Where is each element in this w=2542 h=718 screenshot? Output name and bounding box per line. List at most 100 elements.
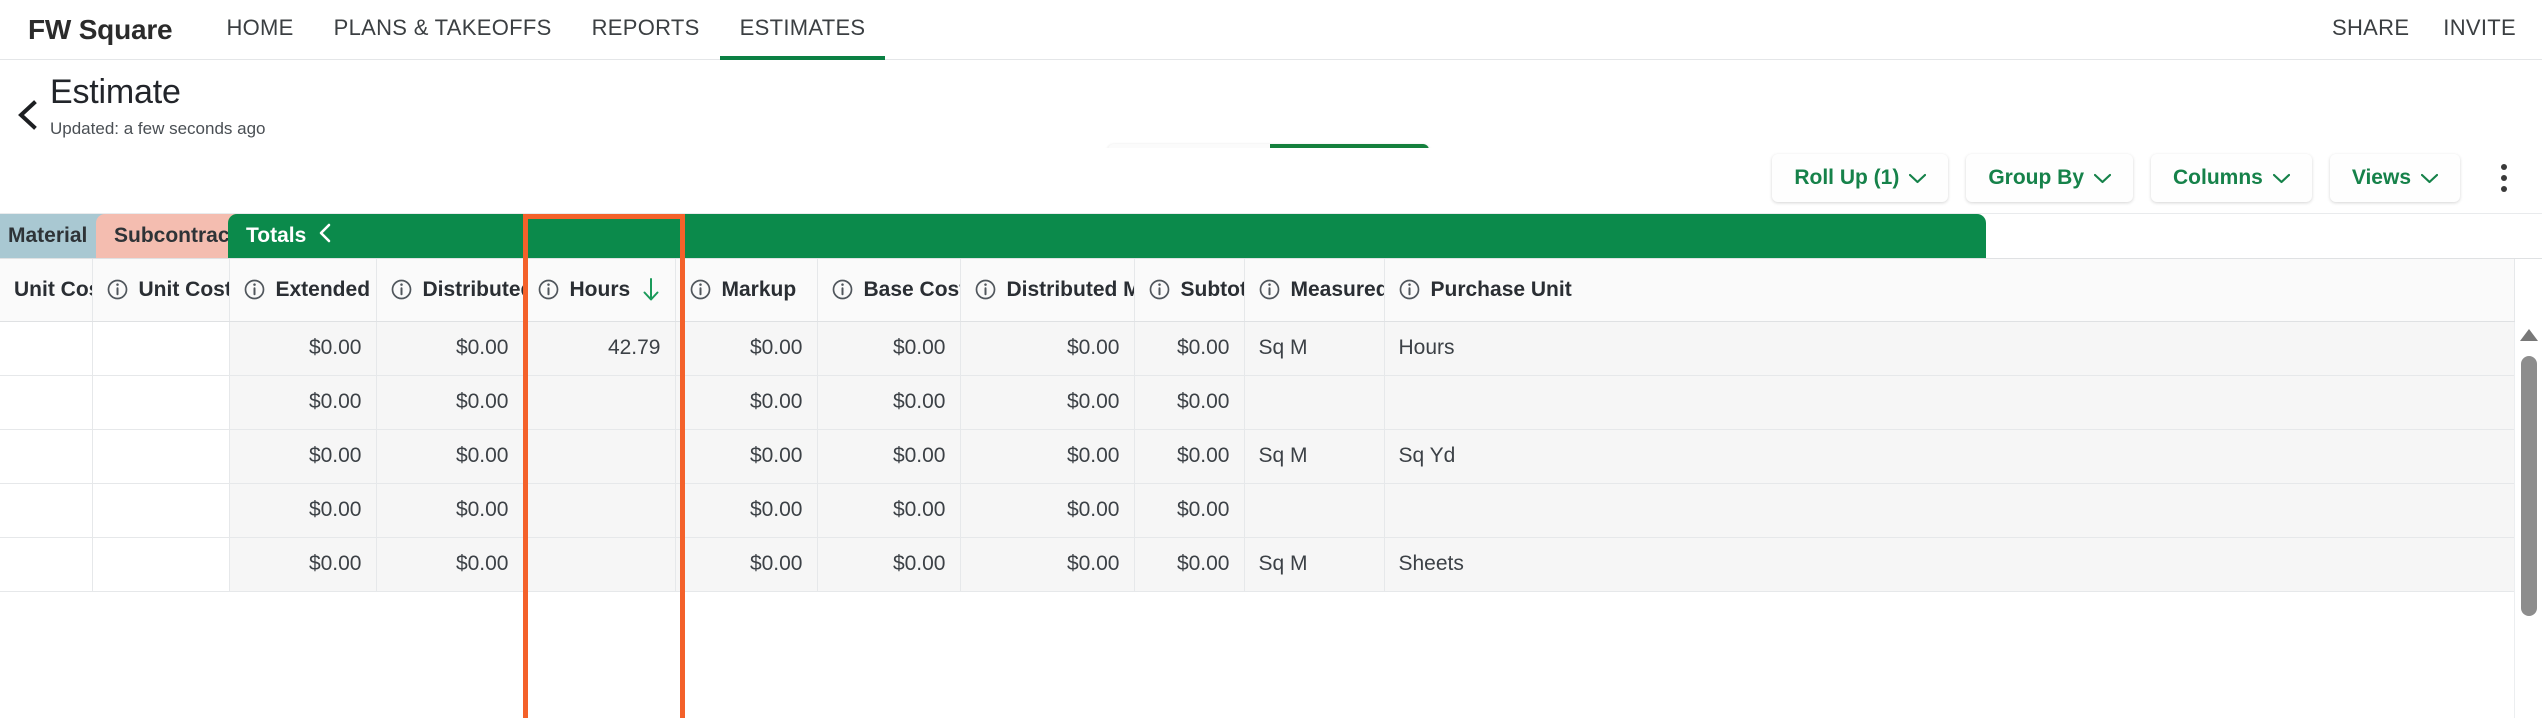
column-header-subtotal-8[interactable]: Subtotal: [1134, 259, 1245, 322]
kebab-menu-icon[interactable]: [2484, 155, 2524, 201]
scroll-up-arrow-icon[interactable]: [2519, 328, 2539, 347]
cell-unit-cost-row4[interactable]: [0, 483, 93, 538]
nav-link-home[interactable]: HOME: [206, 0, 313, 60]
cell-extended-costs-row4[interactable]: $0.00: [229, 483, 377, 538]
cell-unit-cost-row2[interactable]: [0, 375, 93, 430]
cell-extended-costs-row1[interactable]: $0.00: [229, 321, 377, 376]
cell-purchase-unit-row1[interactable]: Hours: [1384, 321, 2515, 376]
cell-subtotal-row2[interactable]: $0.00: [1134, 375, 1245, 430]
cell-measured-unit-row2[interactable]: [1244, 375, 1385, 430]
cell-markup-row4[interactable]: $0.00: [675, 483, 818, 538]
back-button[interactable]: [10, 98, 44, 132]
cell-hours-row5[interactable]: [523, 537, 676, 592]
cell-subtotal-row1[interactable]: $0.00: [1134, 321, 1245, 376]
cell-extended-costs-row3[interactable]: $0.00: [229, 429, 377, 484]
cell-markup-row1[interactable]: $0.00: [675, 321, 818, 376]
cell-unit-cost-row4[interactable]: [92, 483, 230, 538]
cell-distributed-costs-row5[interactable]: $0.00: [376, 537, 524, 592]
cell-unit-cost-row1[interactable]: [92, 321, 230, 376]
cell-distributed-margin-row2[interactable]: $0.00: [960, 375, 1135, 430]
group-tab-subcontract-label: Subcontract: [114, 224, 237, 247]
cell-measured-unit-row1[interactable]: Sq M: [1244, 321, 1385, 376]
info-icon[interactable]: [538, 279, 559, 300]
table-row[interactable]: $0.00 $0.00 42.79 $0.00 $0.00 $0.00 $0.00 Sq MH…: [0, 321, 2515, 376]
cell-markup-row3[interactable]: $0.00: [675, 429, 818, 484]
cell-distributed-margin-row4[interactable]: $0.00: [960, 483, 1135, 538]
nav-link-share[interactable]: SHARE: [2332, 0, 2409, 60]
column-header-distributed-margin-7[interactable]: Distributed Margin: [960, 259, 1135, 322]
cell-unit-cost-row2[interactable]: [92, 375, 230, 430]
nav-link-plans-takeoffs[interactable]: PLANS & TAKEOFFS: [314, 0, 572, 60]
cell-base-costs-row2[interactable]: $0.00: [817, 375, 961, 430]
cell-base-costs-row5[interactable]: $0.00: [817, 537, 961, 592]
cell-base-costs-row3[interactable]: $0.00: [817, 429, 961, 484]
info-icon[interactable]: [832, 279, 853, 300]
cell-base-costs-row4[interactable]: $0.00: [817, 483, 961, 538]
table-row[interactable]: $0.00 $0.00 $0.00 $0.00 $0.00 $0.00 Sq M Sq Yd: [0, 429, 2515, 484]
cell-purchase-unit-row5[interactable]: Sheets: [1384, 537, 2515, 592]
cell-purchase-unit-row3[interactable]: Sq Yd: [1384, 429, 2515, 484]
cell-hours-row4[interactable]: [523, 483, 676, 538]
nav-link-estimates[interactable]: ESTIMATES: [719, 0, 886, 60]
roll-up-button[interactable]: Roll Up (1): [1772, 154, 1949, 202]
nav-link-invite[interactable]: INVITE: [2443, 0, 2516, 60]
cell-extended-costs-row5[interactable]: $0.00: [229, 537, 377, 592]
info-icon[interactable]: [1149, 279, 1170, 300]
cell-distributed-margin-row1[interactable]: $0.00: [960, 321, 1135, 376]
arrow-down-icon[interactable]: [641, 277, 661, 303]
cell-distributed-margin-row5[interactable]: $0.00: [960, 537, 1135, 592]
cell-unit-cost-row5[interactable]: [92, 537, 230, 592]
cell-distributed-costs-row2[interactable]: $0.00: [376, 375, 524, 430]
cell-unit-cost-row1[interactable]: [0, 321, 93, 376]
cell-markup-row2[interactable]: $0.00: [675, 375, 818, 430]
columns-button[interactable]: Columns: [2151, 154, 2312, 202]
cell-unit-cost-row3[interactable]: [0, 429, 93, 484]
scrollbar-thumb[interactable]: [2521, 356, 2537, 616]
info-icon[interactable]: [107, 279, 128, 300]
info-icon[interactable]: [975, 279, 996, 300]
cell-markup-row5[interactable]: $0.00: [675, 537, 818, 592]
table-row[interactable]: $0.00 $0.00 $0.00 $0.00 $0.00 $0.00: [0, 483, 2515, 538]
nav-link-reports[interactable]: REPORTS: [572, 0, 720, 60]
column-header-extended-costs-2[interactable]: Extended Costs: [229, 259, 377, 322]
cell-distributed-margin-row3[interactable]: $0.00: [960, 429, 1135, 484]
cell-subtotal-row5[interactable]: $0.00: [1134, 537, 1245, 592]
cell-hours-row2[interactable]: [523, 375, 676, 430]
cell-measured-unit-row4[interactable]: [1244, 483, 1385, 538]
info-icon[interactable]: [244, 279, 265, 300]
cell-purchase-unit-row4[interactable]: [1384, 483, 2515, 538]
cell-distributed-costs-row1[interactable]: $0.00: [376, 321, 524, 376]
cell-purchase-unit-row2[interactable]: [1384, 375, 2515, 430]
column-header-unit-cost-1[interactable]: Unit Cost: [92, 259, 230, 322]
cell-unit-cost-row3[interactable]: [92, 429, 230, 484]
cell-hours-row3[interactable]: [523, 429, 676, 484]
cell-unit-cost-row5[interactable]: [0, 537, 93, 592]
table-row[interactable]: $0.00 $0.00 $0.00 $0.00 $0.00 $0.00 Sq M Sheets: [0, 537, 2515, 592]
cell-extended-costs-row2[interactable]: $0.00: [229, 375, 377, 430]
app-brand-logo[interactable]: FW Square: [28, 14, 173, 46]
vertical-scrollbar[interactable]: [2514, 322, 2542, 718]
column-header-markup-5[interactable]: Markup: [675, 259, 818, 322]
cell-subtotal-row3[interactable]: $0.00: [1134, 429, 1245, 484]
info-icon[interactable]: [1399, 279, 1420, 300]
column-header-hours-4[interactable]: Hours: [523, 259, 676, 322]
cell-subtotal-row4[interactable]: $0.00: [1134, 483, 1245, 538]
cell-distributed-costs-row4[interactable]: $0.00: [376, 483, 524, 538]
column-header-purchase-unit-10[interactable]: Purchase Unit: [1384, 259, 2515, 322]
views-button[interactable]: Views: [2329, 154, 2460, 202]
info-icon[interactable]: [1259, 279, 1280, 300]
table-row[interactable]: $0.00 $0.00 $0.00 $0.00 $0.00 $0.00: [0, 375, 2515, 430]
group-by-button[interactable]: Group By: [1966, 154, 2133, 202]
cell-measured-unit-row3[interactable]: Sq M: [1244, 429, 1385, 484]
column-header-measured-unit-9[interactable]: Measured Unit: [1244, 259, 1385, 322]
cell-distributed-costs-row3[interactable]: $0.00: [376, 429, 524, 484]
column-header-distributed-costs-3[interactable]: Distributed Costs: [376, 259, 524, 322]
cell-hours-row1[interactable]: 42.79: [523, 321, 676, 376]
column-header-unit-cost-0[interactable]: Unit Cost: [0, 259, 93, 322]
info-icon[interactable]: [690, 279, 711, 300]
column-header-base-costs-6[interactable]: Base Costs: [817, 259, 961, 322]
group-tab-totals[interactable]: Totals: [228, 214, 1986, 258]
cell-base-costs-row1[interactable]: $0.00: [817, 321, 961, 376]
info-icon[interactable]: [391, 279, 412, 300]
cell-measured-unit-row5[interactable]: Sq M: [1244, 537, 1385, 592]
